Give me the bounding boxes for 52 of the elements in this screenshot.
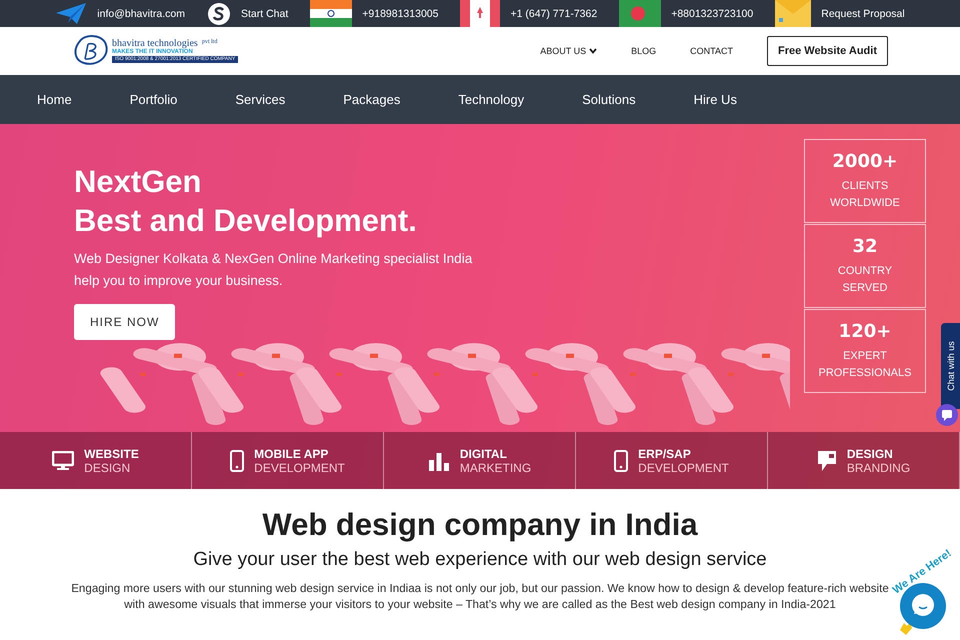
nav-link[interactable]: Hire Us [694,92,737,107]
brand-flag-icon [816,450,837,472]
hero-title: NextGen Best and Development. [74,163,418,240]
service-tile[interactable]: MOBILE APP DEVELOPMENT [192,432,384,489]
bar-chart-icon [428,450,450,470]
service-tile[interactable]: ERP/SAP DEVELOPMENT [576,432,768,489]
monitor-icon [52,450,74,470]
bangladesh-flag-icon [619,0,662,27]
logo-emblem-icon [74,35,110,67]
hero-subtitle: Web Designer Kolkata & NexGen Online Marketing specialist India help you to improve your business. [74,250,474,290]
stat-label: CLIENTS WORLDWIDE [830,178,900,210]
paper-plane-icon [55,2,88,26]
stat-label: EXPERT PROFESSIONALS [818,348,912,380]
header-link[interactable]: CONTACT [690,46,733,56]
envelope-icon [775,0,812,27]
service-title: DIGITAL MARKETING [460,446,532,474]
nav-link[interactable]: Services [235,92,286,107]
section-heading: Web design company in India [262,507,698,543]
nav-link[interactable]: Portfolio [130,92,178,107]
contact-text[interactable]: +8801323723100 [671,8,754,20]
service-tile[interactable]: WEBSITE DESIGN [0,432,192,489]
phone-icon [614,450,628,472]
stat-value: 120+ [838,320,892,342]
stat-value: 32 [852,236,878,256]
contact-text[interactable]: +918981313005 [362,8,438,20]
chat-bubble-icon[interactable] [936,404,958,426]
contact-text[interactable]: Request Proposal [821,8,905,20]
service-tile[interactable]: DESIGN BRANDING [768,432,960,489]
nav-link[interactable]: Technology [458,92,524,107]
contact-text[interactable]: info@bhavitra.com [97,8,185,20]
chat-tab[interactable]: Chat with us [941,323,960,409]
nav-link[interactable]: Solutions [582,92,636,107]
audit-button[interactable]: Free Website Audit [766,36,888,66]
service-title: DESIGN BRANDING [846,446,910,474]
nav-link[interactable]: Home [37,92,72,107]
service-title: ERP/SAP DEVELOPMENT [638,446,729,474]
service-title: WEBSITE DESIGN [84,446,139,474]
nav-link[interactable]: Packages [343,92,400,107]
contact-text[interactable]: Start Chat [240,8,288,20]
phone-icon [230,450,244,472]
header-link[interactable]: ABOUT US [540,46,598,56]
section-subheading: Give your user the best web experience with our web design service [193,549,767,571]
header-link[interactable]: BLOG [631,46,656,56]
logo-name: bhavitra technologies [112,38,198,49]
contact-text[interactable]: +1 (647) 771-7362 [510,8,598,20]
section-paragraph: Engaging more users with our stunning web design service in Indiaa is not only our job, but our passion. We know how to design & develop feature-rich website with awesome visuals that immerse your visitors to your website – That’s why we are called as the Best web design company in India-2021 [70,581,890,613]
service-title: MOBILE APP DEVELOPMENT [254,446,345,474]
stat-value: 2000+ [832,150,898,172]
stat-label: COUNTRY SERVED [838,264,892,296]
waving-hand-icon [898,620,914,636]
hire-now-button[interactable]: HIRE NOW [74,304,176,340]
service-tile[interactable]: DIGITAL MARKETING [384,432,576,489]
